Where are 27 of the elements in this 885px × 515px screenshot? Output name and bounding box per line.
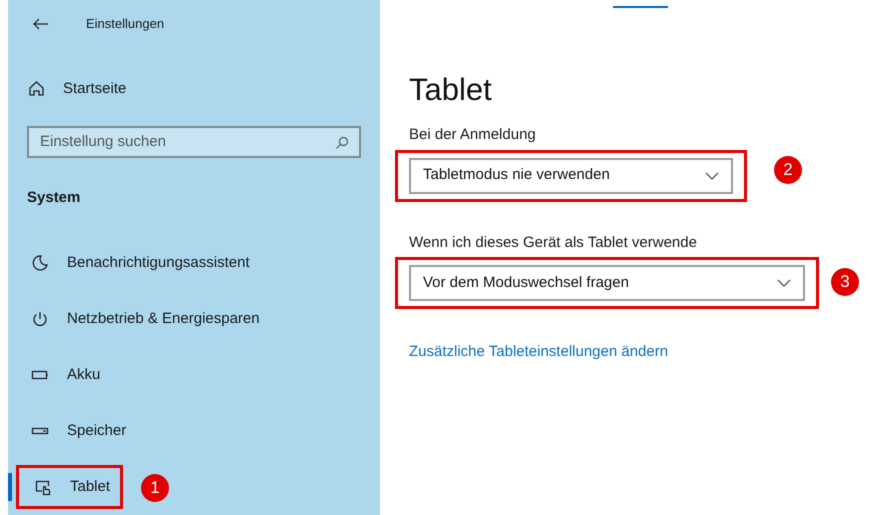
page-title: Tablet [408,71,493,109]
setting-label: Bei der Anmeldung [408,125,537,145]
section-heading: System [26,188,82,208]
chevron-down-icon [705,172,719,180]
setting-label: Wenn ich dieses Gerät als Tablet verwende [408,232,698,252]
search-field[interactable]: Einstellung suchen [27,126,361,158]
dropdown[interactable]: Tabletmodus nie verwenden [409,158,733,194]
window-title: Einstellungen [86,15,164,34]
callout-number: 1 [141,474,169,502]
tablet-touch-icon [34,478,52,496]
moon-icon [31,254,49,272]
sidebar-item[interactable]: Benachrichtigungsassistent [16,241,260,286]
sidebar-item[interactable]: Speicher [16,409,136,454]
chevron-down-icon [777,279,791,287]
additional-settings-link[interactable]: Zusätzliche Tableteinstellungen ändern [395,341,885,364]
home-link[interactable]: Startseite [8,70,380,108]
back-arrow-icon[interactable] [33,18,49,30]
sidebar-item[interactable]: Tablet [16,465,124,510]
home-icon [28,80,45,98]
power-icon [31,310,49,328]
callout-number: 2 [774,156,802,184]
sidebar-item[interactable]: Netzbetrieb & Energiesparen [16,297,270,342]
sidebar-item[interactable]: Akku [16,353,110,398]
callout-number: 3 [831,268,859,296]
search-icon[interactable] [335,136,349,150]
dropdown[interactable]: Vor dem Moduswechsel fragen [409,265,805,301]
scroll-position-indicator [613,6,668,8]
